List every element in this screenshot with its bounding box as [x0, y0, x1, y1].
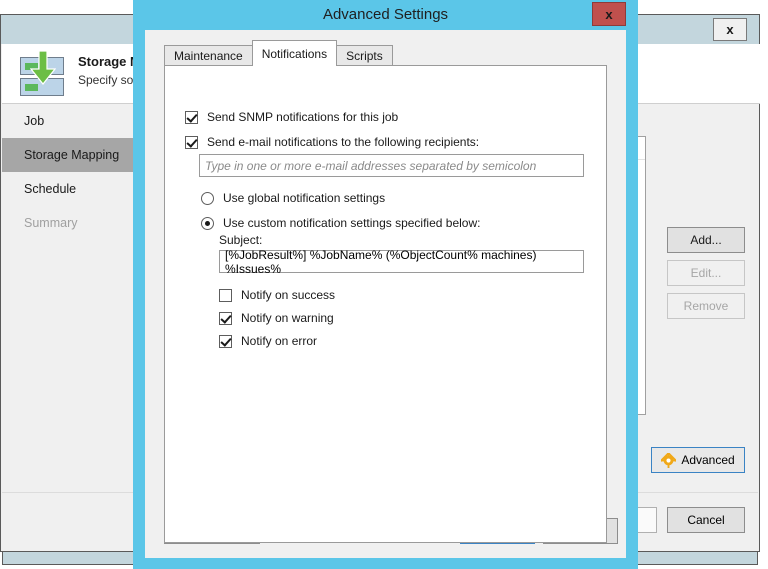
notifications-tab-panel: Send SNMP notifications for this job Sen… [164, 65, 607, 543]
custom-settings-label: Use custom notification settings specifi… [223, 216, 481, 230]
subject-input[interactable]: [%JobResult%] %JobName% (%ObjectCount% m… [219, 248, 584, 276]
notify-warning-label: Notify on warning [241, 311, 334, 325]
background-header-subtitle: Specify so [78, 73, 134, 87]
email-checkbox[interactable] [185, 135, 198, 149]
background-cancel-button[interactable]: Cancel [667, 507, 745, 533]
down-arrow-icon [30, 51, 56, 85]
dialog-tabstrip: Maintenance Notifications Scripts [164, 40, 393, 66]
email-notifications-row[interactable]: Send e-mail notifications to the followi… [185, 135, 479, 149]
background-header-title: Storage M [78, 54, 141, 69]
notify-error-label: Notify on error [241, 334, 318, 348]
gear-icon [661, 452, 677, 468]
sidebar-item-schedule[interactable]: Schedule [2, 172, 144, 206]
advanced-button-label: Advanced [681, 453, 735, 467]
remove-button: Remove [667, 293, 745, 319]
advanced-button[interactable]: Advanced [651, 447, 745, 473]
background-close-button[interactable]: x [713, 18, 747, 41]
snmp-notifications-row[interactable]: Send SNMP notifications for this job [185, 110, 398, 124]
notify-warning-checkbox[interactable] [219, 311, 232, 325]
global-settings-radio-row[interactable]: Use global notification settings [201, 191, 385, 205]
dialog-title: Advanced Settings [322, 6, 449, 23]
tab-scripts[interactable]: Scripts [336, 45, 393, 66]
background-sidebar: Job Storage Mapping Schedule Summary [2, 104, 145, 493]
tab-notifications[interactable]: Notifications [251, 40, 338, 66]
snmp-checkbox-label: Send SNMP notifications for this job [207, 110, 399, 124]
subject-label: Subject: [219, 233, 263, 247]
dialog-close-button[interactable]: x [592, 2, 626, 26]
screen: x Storage M Specify so Job Storage Mappi… [0, 0, 768, 569]
notify-success-label: Notify on success [241, 288, 336, 302]
sidebar-item-storage-mapping[interactable]: Storage Mapping [2, 138, 144, 172]
global-settings-radio[interactable] [201, 191, 214, 205]
dialog-body: Maintenance Notifications Scripts Send S… [145, 30, 626, 558]
email-checkbox-label: Send e-mail notifications to the followi… [207, 135, 480, 149]
edit-button: Edit... [667, 260, 745, 286]
sidebar-item-job[interactable]: Job [2, 104, 144, 138]
notify-success-row[interactable]: Notify on success [219, 288, 335, 302]
tab-maintenance[interactable]: Maintenance [164, 45, 253, 66]
notify-error-checkbox[interactable] [219, 334, 232, 348]
advanced-settings-dialog: Advanced Settings x Maintenance Notifica… [133, 0, 638, 569]
recipients-input[interactable]: Type in one or more e-mail addresses sep… [199, 154, 584, 177]
global-settings-label: Use global notification settings [223, 191, 386, 205]
custom-settings-radio[interactable] [201, 216, 214, 230]
notify-warning-row[interactable]: Notify on warning [219, 311, 334, 325]
notify-error-row[interactable]: Notify on error [219, 334, 317, 348]
custom-settings-radio-row[interactable]: Use custom notification settings specifi… [201, 216, 480, 230]
sidebar-item-summary: Summary [24, 216, 78, 230]
notify-success-checkbox[interactable] [219, 288, 232, 302]
storage-down-arrow-icon [18, 51, 66, 97]
snmp-checkbox[interactable] [185, 110, 198, 124]
add-button[interactable]: Add... [667, 227, 745, 253]
